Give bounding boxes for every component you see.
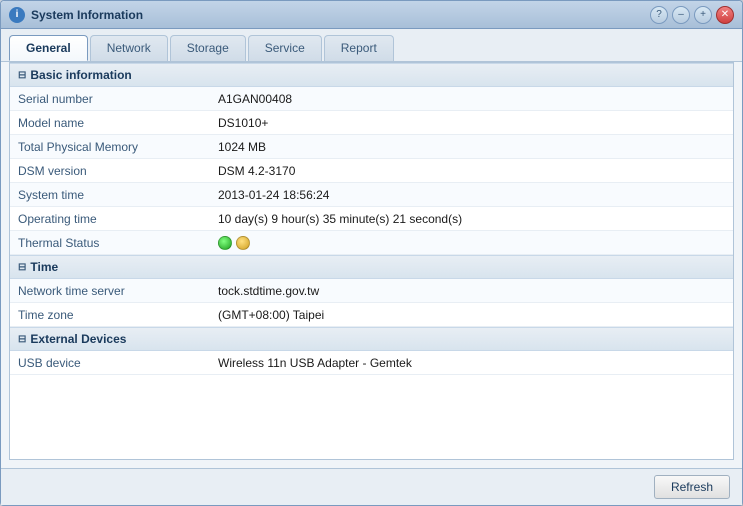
value-model-name: DS1010+ <box>210 112 733 134</box>
collapse-icon-external: ⊟ <box>18 334 26 345</box>
value-total-memory: 1024 MB <box>210 136 733 158</box>
tab-service[interactable]: Service <box>248 35 322 61</box>
value-thermal-status <box>210 232 733 254</box>
titlebar-buttons: ? – + ✕ <box>650 6 734 24</box>
tabs-bar: General Network Storage Service Report <box>1 29 742 62</box>
refresh-button[interactable]: Refresh <box>654 475 730 499</box>
table-row: Model name DS1010+ <box>10 111 733 135</box>
value-operating-time: 10 day(s) 9 hour(s) 35 minute(s) 21 seco… <box>210 208 733 230</box>
value-serial-number: A1GAN00408 <box>210 88 733 110</box>
label-model-name: Model name <box>10 112 210 134</box>
close-button[interactable]: ✕ <box>716 6 734 24</box>
window-title: System Information <box>31 8 650 22</box>
label-ntp-server: Network time server <box>10 280 210 302</box>
value-ntp-server: tock.stdtime.gov.tw <box>210 280 733 302</box>
table-row: Thermal Status <box>10 231 733 255</box>
label-serial-number: Serial number <box>10 88 210 110</box>
label-total-memory: Total Physical Memory <box>10 136 210 158</box>
thermal-indicator-green <box>218 236 232 250</box>
tab-storage[interactable]: Storage <box>170 35 246 61</box>
value-timezone: (GMT+08:00) Taipei <box>210 304 733 326</box>
tab-report[interactable]: Report <box>324 35 394 61</box>
content-area: ⊟ Basic information Serial number A1GAN0… <box>9 62 734 460</box>
collapse-icon-time: ⊟ <box>18 262 26 273</box>
thermal-indicator-yellow <box>236 236 250 250</box>
section-title-external: External Devices <box>30 332 126 346</box>
collapse-icon-basic: ⊟ <box>18 70 26 81</box>
label-operating-time: Operating time <box>10 208 210 230</box>
section-time: ⊟ Time <box>10 255 733 279</box>
value-usb-device: Wireless 11n USB Adapter - Gemtek <box>210 352 733 374</box>
window-icon: i <box>9 7 25 23</box>
table-row: USB device Wireless 11n USB Adapter - Ge… <box>10 351 733 375</box>
system-information-window: i System Information ? – + ✕ General Net… <box>0 0 743 506</box>
table-row: Total Physical Memory 1024 MB <box>10 135 733 159</box>
table-row: Serial number A1GAN00408 <box>10 87 733 111</box>
label-timezone: Time zone <box>10 304 210 326</box>
section-title-basic: Basic information <box>30 68 131 82</box>
label-dsm-version: DSM version <box>10 160 210 182</box>
label-usb-device: USB device <box>10 352 210 374</box>
table-row: Time zone (GMT+08:00) Taipei <box>10 303 733 327</box>
table-row: Operating time 10 day(s) 9 hour(s) 35 mi… <box>10 207 733 231</box>
footer: Refresh <box>1 468 742 505</box>
tab-network[interactable]: Network <box>90 35 168 61</box>
table-row: DSM version DSM 4.2-3170 <box>10 159 733 183</box>
minimize-button[interactable]: – <box>672 6 690 24</box>
value-system-time: 2013-01-24 18:56:24 <box>210 184 733 206</box>
label-system-time: System time <box>10 184 210 206</box>
section-external-devices: ⊟ External Devices <box>10 327 733 351</box>
maximize-button[interactable]: + <box>694 6 712 24</box>
section-basic-information: ⊟ Basic information <box>10 63 733 87</box>
help-button[interactable]: ? <box>650 6 668 24</box>
table-row: System time 2013-01-24 18:56:24 <box>10 183 733 207</box>
thermal-indicators <box>218 236 725 250</box>
label-thermal-status: Thermal Status <box>10 232 210 254</box>
titlebar: i System Information ? – + ✕ <box>1 1 742 29</box>
table-row: Network time server tock.stdtime.gov.tw <box>10 279 733 303</box>
value-dsm-version: DSM 4.2-3170 <box>210 160 733 182</box>
tab-general[interactable]: General <box>9 35 88 61</box>
section-title-time: Time <box>30 260 58 274</box>
